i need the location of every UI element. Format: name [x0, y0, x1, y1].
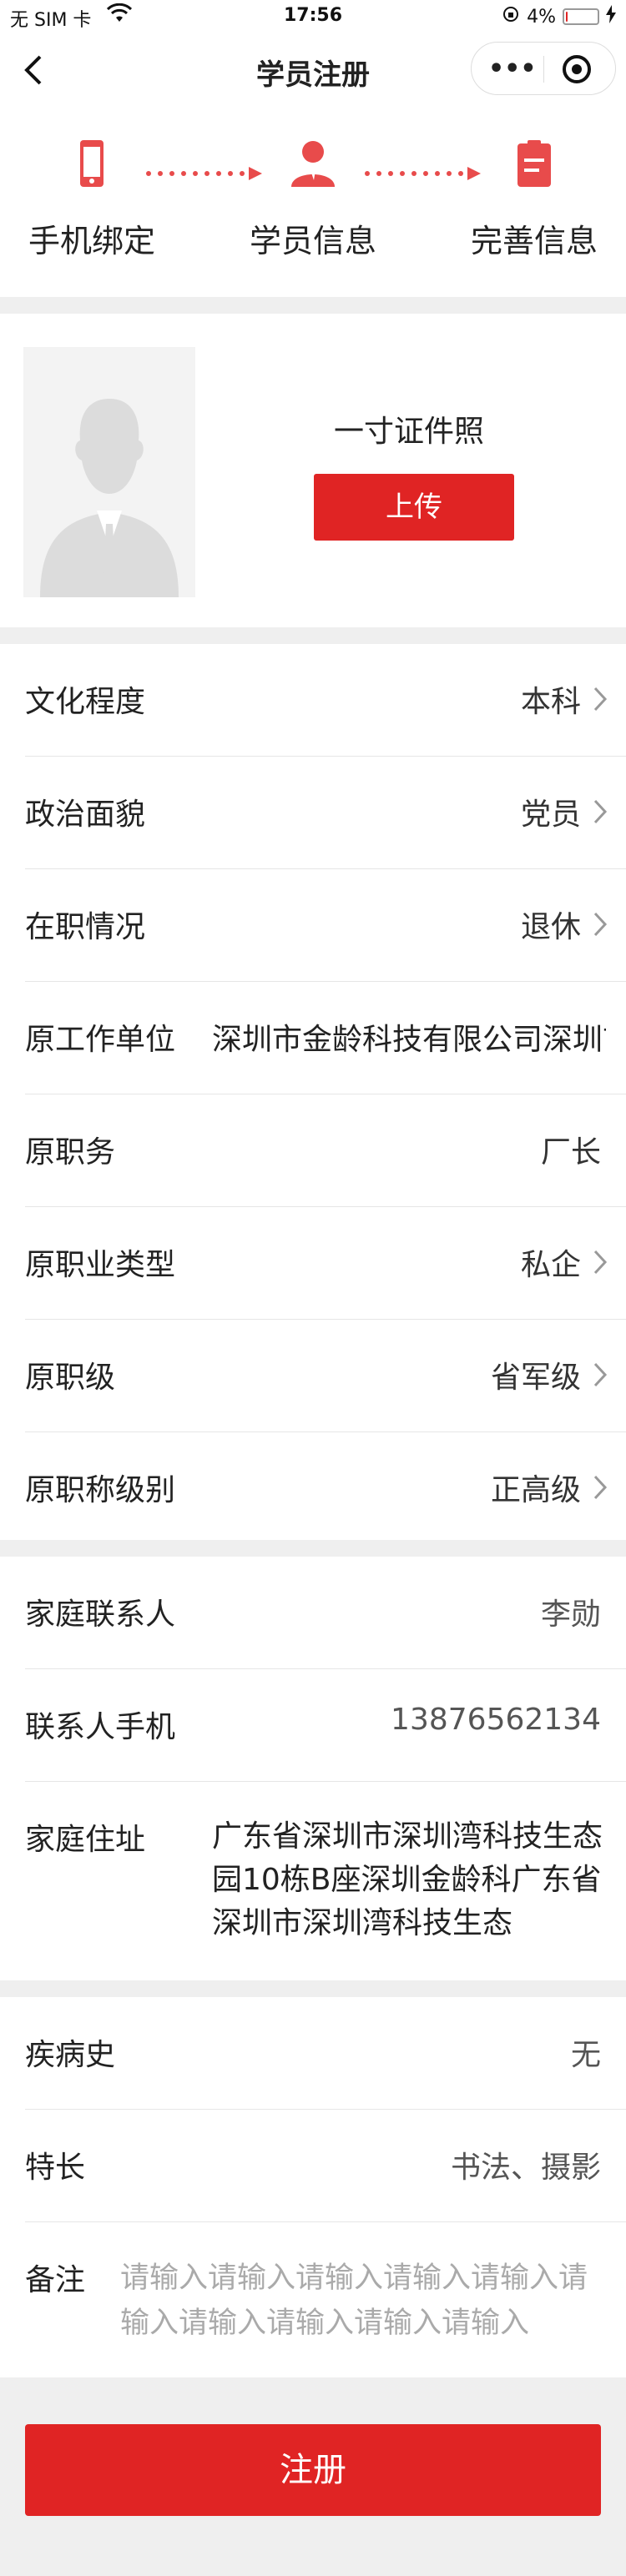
- step-student-info: 学员信息: [230, 137, 396, 261]
- field-label: 原工作单位: [25, 1023, 176, 1057]
- form-row-medical-history[interactable]: 疾病史 无: [25, 1997, 626, 2110]
- health-skills-form: 疾病史 无 特长 书法、摄影 备注 请输入请输入请输入请输入请输入请输入请输入请…: [0, 1997, 626, 2377]
- field-label: 原职称级别: [25, 1473, 176, 1507]
- form-row-occupation-type[interactable]: 原职业类型 私企: [25, 1207, 626, 1320]
- field-value: 省军级: [490, 1361, 581, 1395]
- family-contact-form: 家庭联系人 李勋 联系人手机 13876562134 家庭住址 广东省深圳市深圳…: [0, 1557, 626, 1980]
- upload-button[interactable]: 上传: [314, 474, 514, 541]
- form-row-remark[interactable]: 备注 请输入请输入请输入请输入请输入请输入请输入请输入请输入请输入: [25, 2222, 626, 2377]
- field-label: 在职情况: [25, 910, 146, 944]
- field-label: 政治面貌: [25, 797, 146, 832]
- field-value: 本科: [520, 685, 581, 719]
- home-address-textarea[interactable]: 广东省深圳市深圳湾科技生态园10栋B座深圳金龄科广东省深圳市深圳湾科技生态: [212, 1815, 603, 1945]
- step-label: 手机绑定: [28, 223, 155, 259]
- battery-percent: 4%: [527, 6, 556, 28]
- field-label: 文化程度: [25, 685, 146, 719]
- form-row-employment[interactable]: 在职情况 退休: [25, 869, 626, 982]
- contact-phone-input[interactable]: 13876562134: [391, 1703, 601, 1737]
- step-label: 学员信息: [249, 223, 376, 259]
- education-work-form: 文化程度 本科 政治面貌 党员 在职情况 退休 原工作单位 深圳市金龄科技有限公…: [0, 644, 626, 1540]
- battery-icon: [563, 8, 599, 25]
- register-button[interactable]: 注册: [25, 2424, 601, 2516]
- former-employer-input[interactable]: 深圳市金龄科技有限公司深圳市金龄科技有限公司: [212, 1015, 606, 1059]
- nav-bar: 学员注册 •••: [0, 33, 626, 107]
- step-complete-info: 完善信息: [451, 137, 618, 261]
- phone-icon: [65, 137, 119, 190]
- form-row-title-level[interactable]: 原职称级别 正高级: [25, 1432, 626, 1544]
- clipboard-icon: [507, 137, 561, 190]
- chevron-right-icon: [593, 1250, 608, 1275]
- rotation-lock-icon: [502, 5, 520, 28]
- chevron-right-icon: [593, 799, 608, 824]
- field-value: 党员: [520, 797, 581, 832]
- id-photo-section: 一寸证件照 上传: [0, 314, 626, 627]
- field-label: 联系人手机: [25, 1710, 176, 1744]
- step-phone-binding: 手机绑定: [8, 137, 175, 261]
- field-label: 家庭住址: [25, 1823, 146, 1857]
- form-row-political[interactable]: 政治面貌 党员: [25, 757, 626, 869]
- family-contact-input[interactable]: 李勋: [541, 1590, 601, 1633]
- field-label: 原职级: [25, 1361, 116, 1395]
- medical-history-input[interactable]: 无: [571, 2030, 601, 2074]
- chevron-right-icon: [593, 687, 608, 712]
- step-label: 完善信息: [470, 223, 598, 259]
- field-label: 原职业类型: [25, 1248, 176, 1282]
- form-row-education[interactable]: 文化程度 本科: [25, 644, 626, 757]
- field-value: 退休: [520, 910, 581, 944]
- field-value: 正高级: [490, 1473, 581, 1507]
- more-options-button[interactable]: •••: [488, 49, 537, 89]
- form-row-family-contact[interactable]: 家庭联系人 李勋: [25, 1557, 626, 1669]
- field-label: 疾病史: [25, 2038, 116, 2072]
- form-row-contact-phone[interactable]: 联系人手机 13876562134: [25, 1669, 626, 1782]
- form-row-rank[interactable]: 原职级 省军级: [25, 1320, 626, 1432]
- avatar-placeholder-icon[interactable]: [23, 347, 195, 597]
- form-row-specialty[interactable]: 特长 书法、摄影: [25, 2110, 626, 2222]
- registration-steps: 手机绑定 学员信息 完善信息: [0, 107, 626, 297]
- field-value: 私企: [520, 1248, 581, 1282]
- status-bar: 无 SIM 卡 17:56 4%: [0, 0, 626, 33]
- user-icon: [286, 137, 340, 190]
- specialty-input[interactable]: 书法、摄影: [451, 2143, 601, 2186]
- form-row-former-position[interactable]: 原职务 厂长: [25, 1094, 626, 1207]
- field-label: 备注: [25, 2263, 86, 2297]
- charging-icon: [606, 5, 616, 28]
- photo-title: 一寸证件照: [333, 415, 484, 449]
- chevron-right-icon: [593, 1362, 608, 1387]
- remark-textarea[interactable]: 请输入请输入请输入请输入请输入请输入请输入请输入请输入请输入: [120, 2256, 593, 2346]
- chevron-right-icon: [593, 1475, 608, 1500]
- form-row-former-employer[interactable]: 原工作单位 深圳市金龄科技有限公司深圳市金龄科技有限公司: [25, 982, 626, 1094]
- former-position-input[interactable]: 厂长: [541, 1128, 601, 1171]
- capsule-divider: [543, 56, 544, 83]
- form-row-home-address[interactable]: 家庭住址 广东省深圳市深圳湾科技生态园10栋B座深圳金龄科广东省深圳市深圳湾科技…: [25, 1782, 626, 1980]
- field-label: 特长: [25, 2151, 86, 2185]
- field-label: 家庭联系人: [25, 1597, 176, 1632]
- chevron-right-icon: [593, 912, 608, 937]
- mini-program-capsule: •••: [471, 42, 616, 95]
- field-label: 原职务: [25, 1135, 116, 1170]
- close-target-icon[interactable]: [560, 53, 593, 86]
